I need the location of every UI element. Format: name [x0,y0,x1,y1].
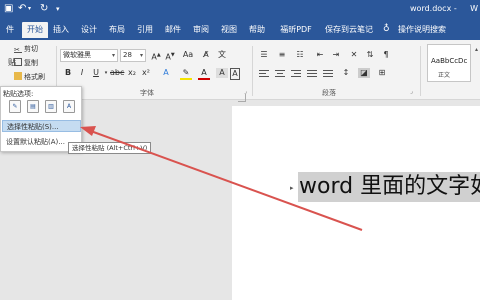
sort-icon[interactable]: ⇅ [364,50,376,60]
font-name-select[interactable]: 微软雅黑 ▾ [60,49,118,62]
picture-paste-icon[interactable]: ▥ [45,100,57,113]
document-page[interactable] [232,106,480,300]
keep-source-formatting-icon[interactable]: ✎ [9,100,21,113]
tab-help[interactable]: 帮助 [246,22,268,38]
paragraph-marker: ▸ [290,184,294,192]
brush-icon [14,72,22,80]
title-bar: ▣ ↶ ▾ ↻ ▾ word.docx - W [0,0,480,18]
redo-icon[interactable]: ↻ [40,3,48,15]
change-case-icon[interactable]: Aa [182,50,194,60]
distributed-icon[interactable] [322,68,334,78]
borders-icon[interactable]: ⊞ [376,68,388,78]
group-separator [252,46,253,96]
shrink-font-icon[interactable]: A▼ [164,50,176,63]
line-spacing-icon[interactable]: ↕ [340,68,352,78]
italic-icon[interactable]: I [76,68,88,78]
shading-icon[interactable]: ◪ [358,68,370,78]
copy-button[interactable]: 复制 [14,58,38,68]
paragraph-group-label: 段落 [322,89,336,97]
window-title: word.docx - [410,4,457,13]
paste-options-header: 粘贴选项: [3,90,34,98]
tab-foxit-pdf[interactable]: 福昕PDF [276,22,316,38]
copy-icon [14,58,22,66]
justify-icon[interactable] [306,68,318,78]
bold-icon[interactable]: B [62,68,74,78]
increase-indent-icon[interactable]: ⇥ [330,50,342,60]
align-right-icon[interactable] [290,68,302,78]
superscript-icon[interactable]: x² [140,68,152,78]
clear-formatting-icon[interactable]: A̸ [200,50,212,60]
character-border-icon[interactable]: A [230,68,240,80]
customize-quick-access-icon[interactable]: ▾ [56,3,60,15]
keep-text-only-icon[interactable]: A [63,100,75,113]
character-shading-icon[interactable]: A [216,68,228,78]
font-name-value: 微软雅黑 [63,51,91,59]
bullets-icon[interactable]: ☰ [258,50,270,60]
tab-save-to-cloud[interactable]: 保存到云笔记 [320,22,378,38]
align-center-icon[interactable] [274,68,286,78]
selected-document-text[interactable]: word 里面的文字如 [298,172,480,202]
save-icon[interactable]: ▣ [4,3,13,15]
ribbon-tabs: 件 开始 插入 设计 布局 引用 邮件 审阅 视图 帮助 福昕PDF 保存到云笔… [0,18,480,40]
grow-font-icon[interactable]: A▲ [150,50,162,63]
tab-design[interactable]: 设计 [78,22,100,38]
chevron-down-icon: ▾ [111,52,115,59]
tell-me-search[interactable]: 操作说明搜索 [394,22,450,38]
undo-icon[interactable]: ↶ [18,3,26,15]
chevron-up-icon[interactable]: ▴ [475,45,478,55]
highlight-icon[interactable]: ✎ [180,68,192,80]
cut-button[interactable]: ✂ 剪切 [14,44,38,54]
scissors-icon: ✂ [14,45,22,54]
style-normal[interactable]: AaBbCcDc 正文 ▴ [427,44,478,82]
merge-formatting-icon[interactable]: ▤ [27,100,39,113]
style-name: 正文 [438,72,451,79]
font-size-select[interactable]: 28 ▾ [120,49,146,62]
strikethrough-icon[interactable]: abc [110,68,124,78]
multilevel-list-icon[interactable]: ☷ [294,50,306,60]
style-sample: AaBbCcDc [431,57,468,65]
font-group-label: 字体 [140,89,154,97]
paste-options-icons: ✎ ▤ ▥ A [3,100,81,114]
window-title-overflow: W [470,4,478,13]
subscript-icon[interactable]: x₂ [126,68,138,78]
undo-dropdown-icon[interactable]: ▾ [28,3,31,15]
lightbulb-icon: ♁ [383,24,390,34]
font-size-value: 28 [123,51,132,59]
tab-view[interactable]: 视图 [218,22,240,38]
font-color-icon[interactable]: A [198,68,210,80]
decrease-indent-icon[interactable]: ⇤ [314,50,326,60]
copy-label: 复制 [24,59,38,67]
chevron-down-icon: ▾ [139,52,143,59]
numbering-icon[interactable]: ≡ [276,50,288,60]
tab-references[interactable]: 引用 [134,22,156,38]
align-left-icon[interactable] [258,68,270,78]
format-painter-label: 格式刷 [24,73,45,81]
show-marks-icon[interactable]: ¶ [380,50,392,60]
phonetic-guide-icon[interactable]: 文 [216,50,228,60]
tab-review[interactable]: 审阅 [190,22,212,38]
dialog-launcher-icon[interactable]: ⌟ [410,88,413,95]
cut-label: 剪切 [24,45,38,53]
tab-layout[interactable]: 布局 [106,22,128,38]
paste-special-menu-item[interactable]: 选择性粘贴(S)... [2,120,81,132]
tab-mailings[interactable]: 邮件 [162,22,184,38]
paste-special-tooltip: 选择性粘贴 (Alt+Ctrl+V) [68,142,152,154]
tab-insert[interactable]: 插入 [50,22,72,38]
text-effects-icon[interactable]: A [160,68,172,78]
chinese-layout-icon[interactable]: ✕ [348,50,360,60]
tab-file[interactable]: 件 [2,22,18,38]
margin-corner-mark [238,94,246,102]
format-painter-button[interactable]: 格式刷 [14,72,45,82]
tab-home[interactable]: 开始 [22,22,48,38]
group-separator [420,46,421,96]
